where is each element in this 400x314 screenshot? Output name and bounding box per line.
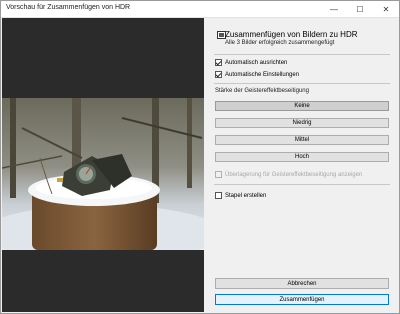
deghost-strength-label: Stärke der Geistereffektbeseitigung: [215, 88, 309, 94]
deghost-medium-button[interactable]: Mittel: [215, 135, 389, 145]
cancel-label: Abbrechen: [287, 280, 317, 287]
create-stack-label: Stapel erstellen: [225, 192, 267, 199]
deghost-low-button[interactable]: Niedrig: [215, 118, 389, 128]
merge-status: Alle 3 Bilder erfolgreich zusammengefügt: [225, 40, 335, 46]
deghost-none-button[interactable]: Keine: [215, 101, 389, 111]
deghost-none-label: Keine: [294, 103, 310, 109]
deghost-overlay-label: Überlagerung für Geistereffektbeseitigun…: [225, 171, 363, 178]
divider: [214, 54, 390, 55]
checkbox-unchecked-icon[interactable]: [215, 192, 222, 199]
window-title: Vorschau für Zusammenfügen von HDR: [6, 4, 131, 11]
maximize-icon: ☐: [356, 4, 364, 14]
auto-settings-checkbox[interactable]: Automatische Einstellungen: [215, 70, 299, 79]
merge-button[interactable]: Zusammenfügen: [215, 294, 389, 305]
auto-settings-label: Automatische Einstellungen: [225, 71, 300, 78]
hdr-preview-image: [2, 98, 204, 250]
merge-title: Zusammenfügen von Bildern zu HDR: [225, 30, 358, 39]
hdr-preview-area: [2, 18, 204, 312]
hdr-merge-preview-window: Vorschau für Zusammenfügen von HDR — ☐ ✕: [0, 0, 400, 314]
checkbox-unchecked-icon[interactable]: [215, 171, 222, 178]
close-button[interactable]: ✕: [373, 1, 399, 17]
checkbox-checked-icon[interactable]: [215, 59, 222, 66]
title-bar[interactable]: Vorschau für Zusammenfügen von HDR — ☐ ✕: [1, 1, 399, 18]
close-icon: ✕: [382, 4, 390, 14]
deghost-overlay-checkbox[interactable]: Überlagerung für Geistereffektbeseitigun…: [215, 170, 362, 179]
deghost-high-button[interactable]: Hoch: [215, 152, 389, 162]
auto-align-label: Automatisch ausrichten: [225, 59, 288, 66]
auto-align-checkbox[interactable]: Automatisch ausrichten: [215, 58, 287, 67]
divider: [214, 184, 390, 185]
merge-options-panel: Zusammenfügen von Bildern zu HDR Alle 3 …: [205, 18, 399, 312]
minimize-icon: —: [330, 4, 338, 14]
deghost-high-label: Hoch: [294, 154, 309, 160]
maximize-button[interactable]: ☐: [347, 1, 373, 17]
merge-label: Zusammenfügen: [279, 296, 325, 303]
cancel-button[interactable]: Abbrechen: [215, 278, 389, 289]
divider: [214, 83, 390, 84]
create-stack-checkbox[interactable]: Stapel erstellen: [215, 191, 266, 200]
checkbox-checked-icon[interactable]: [215, 71, 222, 78]
deghost-medium-label: Mittel: [294, 137, 310, 143]
minimize-button[interactable]: —: [321, 1, 347, 17]
deghost-low-label: Niedrig: [292, 120, 312, 126]
